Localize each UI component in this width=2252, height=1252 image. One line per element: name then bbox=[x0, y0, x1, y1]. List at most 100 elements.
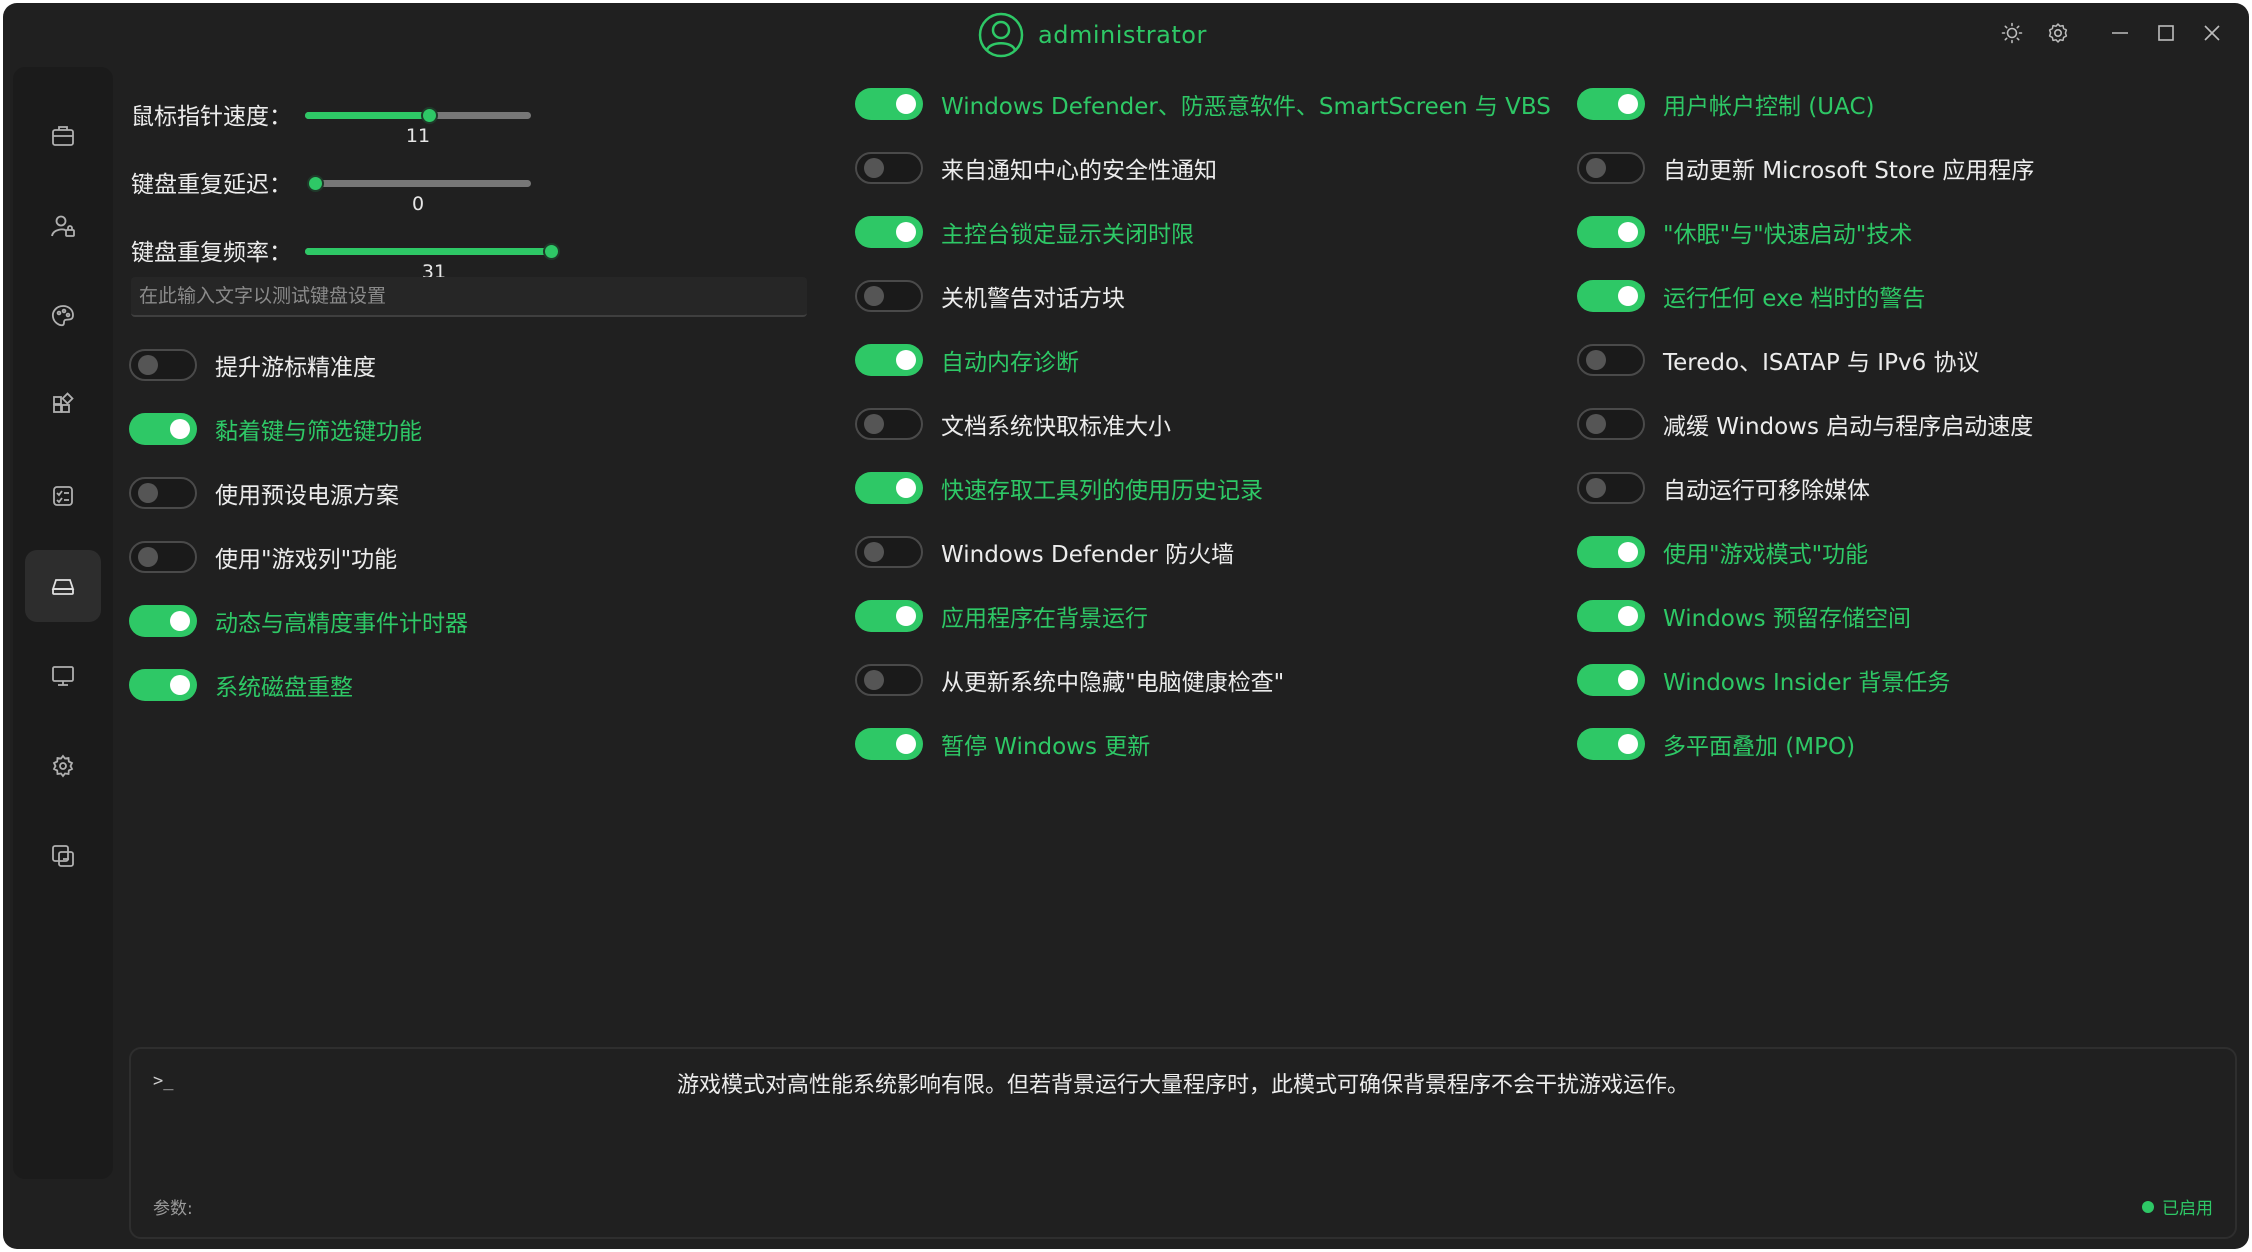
toggle-row[interactable]: 自动运行可移除媒体 bbox=[1577, 468, 1870, 508]
toggle-row[interactable]: 动态与高精度事件计时器 bbox=[129, 601, 468, 641]
toggle-row[interactable]: 文档系统快取标准大小 bbox=[855, 404, 1171, 444]
slider-value: 0 bbox=[411, 193, 425, 215]
toggle-switch[interactable] bbox=[855, 216, 923, 248]
toggle-row[interactable]: 运行任何 exe 档时的警告 bbox=[1577, 276, 1925, 316]
sidebar bbox=[13, 67, 113, 1179]
toggle-knob bbox=[1618, 286, 1638, 306]
toggle-switch[interactable] bbox=[129, 541, 197, 573]
sidebar-item-checklist[interactable] bbox=[25, 460, 101, 532]
toggle-switch[interactable] bbox=[1577, 344, 1645, 376]
toggle-row[interactable]: 减缓 Windows 启动与程序启动速度 bbox=[1577, 404, 2033, 444]
toggle-row[interactable]: 主控台锁定显示关闭时限 bbox=[855, 212, 1194, 252]
slider-track[interactable] bbox=[307, 175, 531, 192]
toggle-knob bbox=[1586, 158, 1606, 178]
sidebar-item-monitor[interactable] bbox=[25, 640, 101, 712]
toggle-switch[interactable] bbox=[129, 605, 197, 637]
toggle-switch[interactable] bbox=[129, 669, 197, 701]
slider-track[interactable] bbox=[305, 243, 560, 260]
toggle-switch[interactable] bbox=[855, 280, 923, 312]
toggle-switch[interactable] bbox=[1577, 536, 1645, 568]
status-dot-icon bbox=[2142, 1200, 2154, 1213]
close-button[interactable] bbox=[2189, 15, 2235, 51]
toggle-knob bbox=[864, 414, 884, 434]
toggle-knob bbox=[170, 611, 190, 631]
toggle-switch[interactable] bbox=[1577, 280, 1645, 312]
toggle-row[interactable]: 系统磁盘重整 bbox=[129, 665, 353, 705]
sidebar-item-drive[interactable] bbox=[25, 550, 101, 622]
toggle-row[interactable]: Windows 预留存储空间 bbox=[1577, 596, 1911, 636]
toggle-knob bbox=[138, 355, 158, 375]
toggle-row[interactable]: 关机警告对话方块 bbox=[855, 276, 1125, 316]
toggle-row[interactable]: 暂停 Windows 更新 bbox=[855, 724, 1150, 764]
toggle-row[interactable]: 从更新系统中隐藏"电脑健康检查" bbox=[855, 660, 1284, 700]
toggle-label: 自动运行可移除媒体 bbox=[1663, 478, 1870, 504]
toggle-switch[interactable] bbox=[1577, 664, 1645, 696]
toggle-switch[interactable] bbox=[1577, 152, 1645, 184]
toggle-row[interactable]: 用户帐户控制 (UAC) bbox=[1577, 84, 1874, 124]
sidebar-item-gear-puzzle[interactable] bbox=[25, 730, 101, 802]
sidebar-item-user-lock[interactable] bbox=[25, 190, 101, 262]
sidebar-item-toolbox[interactable] bbox=[25, 100, 101, 172]
toggle-switch[interactable] bbox=[129, 413, 197, 445]
toggle-row[interactable]: Windows Insider 背景任务 bbox=[1577, 660, 1950, 700]
toggle-row[interactable]: Windows Defender 防火墙 bbox=[855, 532, 1234, 572]
sidebar-item-palette[interactable] bbox=[25, 280, 101, 352]
checklist-icon bbox=[53, 486, 73, 506]
toggle-switch[interactable] bbox=[129, 477, 197, 509]
user-lock-icon bbox=[51, 215, 75, 237]
toggle-switch[interactable] bbox=[855, 600, 923, 632]
toggle-switch[interactable] bbox=[855, 408, 923, 440]
sidebar-item-multi-window[interactable] bbox=[25, 820, 101, 892]
toggle-knob bbox=[170, 675, 190, 695]
toggle-row[interactable]: 来自通知中心的安全性通知 bbox=[855, 148, 1217, 188]
toggle-switch[interactable] bbox=[1577, 728, 1645, 760]
toggle-row[interactable]: 自动更新 Microsoft Store 应用程序 bbox=[1577, 148, 2034, 188]
toggle-switch[interactable] bbox=[855, 152, 923, 184]
toggle-row[interactable]: 使用预设电源方案 bbox=[129, 473, 399, 513]
toggle-label: 文档系统快取标准大小 bbox=[941, 414, 1171, 440]
toggle-switch[interactable] bbox=[855, 536, 923, 568]
toggle-label: 来自通知中心的安全性通知 bbox=[941, 158, 1217, 184]
toggle-switch[interactable] bbox=[1577, 216, 1645, 248]
toggle-switch[interactable] bbox=[855, 472, 923, 504]
toggle-knob bbox=[864, 542, 884, 562]
toggle-row[interactable]: 应用程序在背景运行 bbox=[855, 596, 1148, 636]
toggle-switch[interactable] bbox=[129, 349, 197, 381]
toggle-switch[interactable] bbox=[1577, 600, 1645, 632]
toggle-knob bbox=[896, 478, 916, 498]
toggle-switch[interactable] bbox=[855, 664, 923, 696]
toggle-row[interactable]: 使用"游戏模式"功能 bbox=[1577, 532, 1868, 572]
slider-thumb[interactable] bbox=[421, 107, 439, 124]
sidebar-item-apps[interactable] bbox=[25, 370, 101, 442]
maximize-button[interactable] bbox=[2143, 15, 2189, 51]
toggle-label: 主控台锁定显示关闭时限 bbox=[941, 222, 1194, 248]
slider-thumb[interactable] bbox=[307, 175, 324, 192]
user-badge[interactable]: administrator bbox=[978, 9, 1207, 61]
toggle-row[interactable]: 使用"游戏列"功能 bbox=[129, 537, 397, 577]
user-avatar-icon bbox=[978, 12, 1024, 58]
brightness-button[interactable] bbox=[1989, 15, 2035, 51]
toggle-row[interactable]: "休眠"与"快速启动"技术 bbox=[1577, 212, 1912, 252]
minimize-button[interactable] bbox=[2097, 15, 2143, 51]
toggle-row[interactable]: 提升游标精准度 bbox=[129, 345, 376, 385]
toggle-switch[interactable] bbox=[1577, 88, 1645, 120]
toolbox-icon bbox=[52, 126, 74, 146]
settings-button[interactable] bbox=[2035, 15, 2081, 51]
toggle-switch[interactable] bbox=[855, 88, 923, 120]
brightness-icon bbox=[2001, 22, 2023, 44]
toggle-switch[interactable] bbox=[855, 344, 923, 376]
toggle-row[interactable]: Teredo、ISATAP 与 IPv6 协议 bbox=[1577, 340, 1980, 380]
toggle-switch[interactable] bbox=[1577, 472, 1645, 504]
toggle-row[interactable]: Windows Defender、防恶意软件、SmartScreen 与 VBS bbox=[855, 84, 1551, 124]
keyboard-test-input[interactable] bbox=[131, 277, 807, 317]
slider-thumb[interactable] bbox=[543, 243, 560, 260]
slider-track[interactable] bbox=[305, 107, 531, 124]
status-indicator: 已启用 bbox=[2142, 1194, 2213, 1219]
toggle-row[interactable]: 自动内存诊断 bbox=[855, 340, 1079, 380]
toggle-switch[interactable] bbox=[855, 728, 923, 760]
toggle-row[interactable]: 多平面叠加 (MPO) bbox=[1577, 724, 1855, 764]
toggle-row[interactable]: 黏着键与筛选键功能 bbox=[129, 409, 422, 449]
toggle-row[interactable]: 快速存取工具列的使用历史记录 bbox=[855, 468, 1263, 508]
toggle-label: 运行任何 exe 档时的警告 bbox=[1663, 286, 1926, 312]
toggle-switch[interactable] bbox=[1577, 408, 1645, 440]
